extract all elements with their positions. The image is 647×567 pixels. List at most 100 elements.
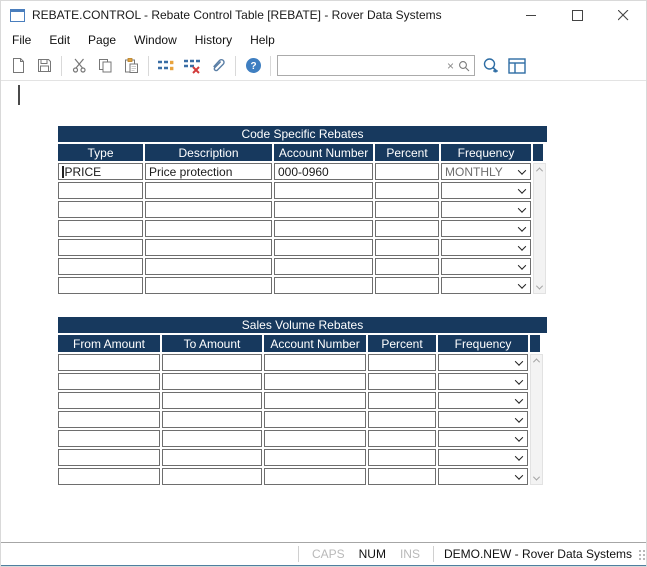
- delete-row-button[interactable]: [180, 54, 204, 78]
- cell-frequency[interactable]: [441, 182, 531, 199]
- help-button[interactable]: ?: [241, 54, 265, 78]
- chevron-down-icon[interactable]: [518, 166, 526, 174]
- cell-percent[interactable]: [375, 277, 439, 294]
- cell-frequency[interactable]: [438, 392, 528, 409]
- vertical-scrollbar[interactable]: [533, 163, 546, 294]
- scroll-down-icon[interactable]: [532, 473, 541, 484]
- cell-percent[interactable]: [368, 430, 436, 447]
- cell-frequency[interactable]: [438, 373, 528, 390]
- cell-to_amount[interactable]: [162, 392, 262, 409]
- chevron-down-icon[interactable]: [515, 433, 523, 441]
- menu-history[interactable]: History: [186, 30, 241, 50]
- cell-account_number[interactable]: [274, 220, 373, 237]
- chevron-down-icon[interactable]: [515, 452, 523, 460]
- cell-description[interactable]: [145, 182, 272, 199]
- insert-row-button[interactable]: [154, 54, 178, 78]
- scroll-down-icon[interactable]: [535, 282, 544, 293]
- cell-type[interactable]: [58, 258, 143, 275]
- cell-account_number[interactable]: [264, 430, 366, 447]
- minimize-button[interactable]: [508, 1, 554, 29]
- cell-account_number[interactable]: [264, 354, 366, 371]
- chevron-down-icon[interactable]: [518, 242, 526, 250]
- cell-type[interactable]: [58, 182, 143, 199]
- chevron-down-icon[interactable]: [518, 185, 526, 193]
- cell-to_amount[interactable]: [162, 354, 262, 371]
- cell-from_amount[interactable]: [58, 430, 160, 447]
- table-layout-button[interactable]: [505, 54, 529, 78]
- chevron-down-icon[interactable]: [515, 471, 523, 479]
- cell-percent[interactable]: [368, 373, 436, 390]
- cell-frequency[interactable]: [438, 411, 528, 428]
- chevron-down-icon[interactable]: [518, 280, 526, 288]
- cell-account_number[interactable]: 000-0960: [274, 163, 373, 180]
- cell-account_number[interactable]: [264, 411, 366, 428]
- cell-frequency[interactable]: [438, 354, 528, 371]
- chevron-down-icon[interactable]: [518, 204, 526, 212]
- cell-frequency[interactable]: [441, 277, 531, 294]
- cell-from_amount[interactable]: [58, 373, 160, 390]
- cell-to_amount[interactable]: [162, 373, 262, 390]
- cell-description[interactable]: [145, 201, 272, 218]
- cell-description[interactable]: [145, 277, 272, 294]
- cell-to_amount[interactable]: [162, 411, 262, 428]
- cell-percent[interactable]: [375, 182, 439, 199]
- cell-from_amount[interactable]: [58, 354, 160, 371]
- cell-frequency[interactable]: [438, 449, 528, 466]
- cell-account_number[interactable]: [274, 182, 373, 199]
- cut-button[interactable]: [67, 54, 91, 78]
- cell-frequency[interactable]: [441, 239, 531, 256]
- cell-type[interactable]: [58, 220, 143, 237]
- cell-account_number[interactable]: [264, 468, 366, 485]
- scroll-up-icon[interactable]: [532, 355, 541, 366]
- menu-help[interactable]: Help: [241, 30, 284, 50]
- maximize-button[interactable]: [554, 1, 600, 29]
- chevron-down-icon[interactable]: [518, 223, 526, 231]
- cell-account_number[interactable]: [274, 258, 373, 275]
- cell-percent[interactable]: [368, 392, 436, 409]
- vertical-scrollbar[interactable]: [530, 354, 543, 485]
- cell-account_number[interactable]: [264, 373, 366, 390]
- paste-button[interactable]: [119, 54, 143, 78]
- search-clear-icon[interactable]: ×: [444, 60, 457, 72]
- cell-account_number[interactable]: [264, 392, 366, 409]
- menu-file[interactable]: File: [3, 30, 40, 50]
- cell-description[interactable]: [145, 220, 272, 237]
- search-icon[interactable]: [457, 60, 474, 72]
- cell-type[interactable]: [58, 201, 143, 218]
- cell-account_number[interactable]: [274, 277, 373, 294]
- cell-type[interactable]: [58, 277, 143, 294]
- resize-grip[interactable]: [636, 551, 645, 560]
- cell-type[interactable]: PRICE: [58, 163, 143, 180]
- chevron-down-icon[interactable]: [515, 395, 523, 403]
- cell-frequency[interactable]: [441, 220, 531, 237]
- cell-percent[interactable]: [368, 468, 436, 485]
- cell-percent[interactable]: [375, 239, 439, 256]
- cell-from_amount[interactable]: [58, 411, 160, 428]
- cell-percent[interactable]: [375, 163, 439, 180]
- cell-account_number[interactable]: [274, 239, 373, 256]
- cell-account_number[interactable]: [274, 201, 373, 218]
- chevron-down-icon[interactable]: [518, 261, 526, 269]
- cell-type[interactable]: [58, 239, 143, 256]
- cell-description[interactable]: Price protection: [145, 163, 272, 180]
- cell-frequency[interactable]: MONTHLY: [441, 163, 531, 180]
- cell-to_amount[interactable]: [162, 430, 262, 447]
- cell-description[interactable]: [145, 258, 272, 275]
- cell-percent[interactable]: [368, 354, 436, 371]
- cell-frequency[interactable]: [438, 430, 528, 447]
- scroll-up-icon[interactable]: [535, 164, 544, 175]
- cell-frequency[interactable]: [441, 201, 531, 218]
- cell-frequency[interactable]: [441, 258, 531, 275]
- cell-from_amount[interactable]: [58, 449, 160, 466]
- cell-to_amount[interactable]: [162, 449, 262, 466]
- new-document-button[interactable]: [6, 54, 30, 78]
- cell-percent[interactable]: [368, 411, 436, 428]
- cell-description[interactable]: [145, 239, 272, 256]
- cell-from_amount[interactable]: [58, 392, 160, 409]
- cell-frequency[interactable]: [438, 468, 528, 485]
- chevron-down-icon[interactable]: [515, 414, 523, 422]
- zoom-records-button[interactable]: [479, 54, 503, 78]
- cell-percent[interactable]: [375, 258, 439, 275]
- attachment-button[interactable]: [206, 54, 230, 78]
- menu-page[interactable]: Page: [79, 30, 125, 50]
